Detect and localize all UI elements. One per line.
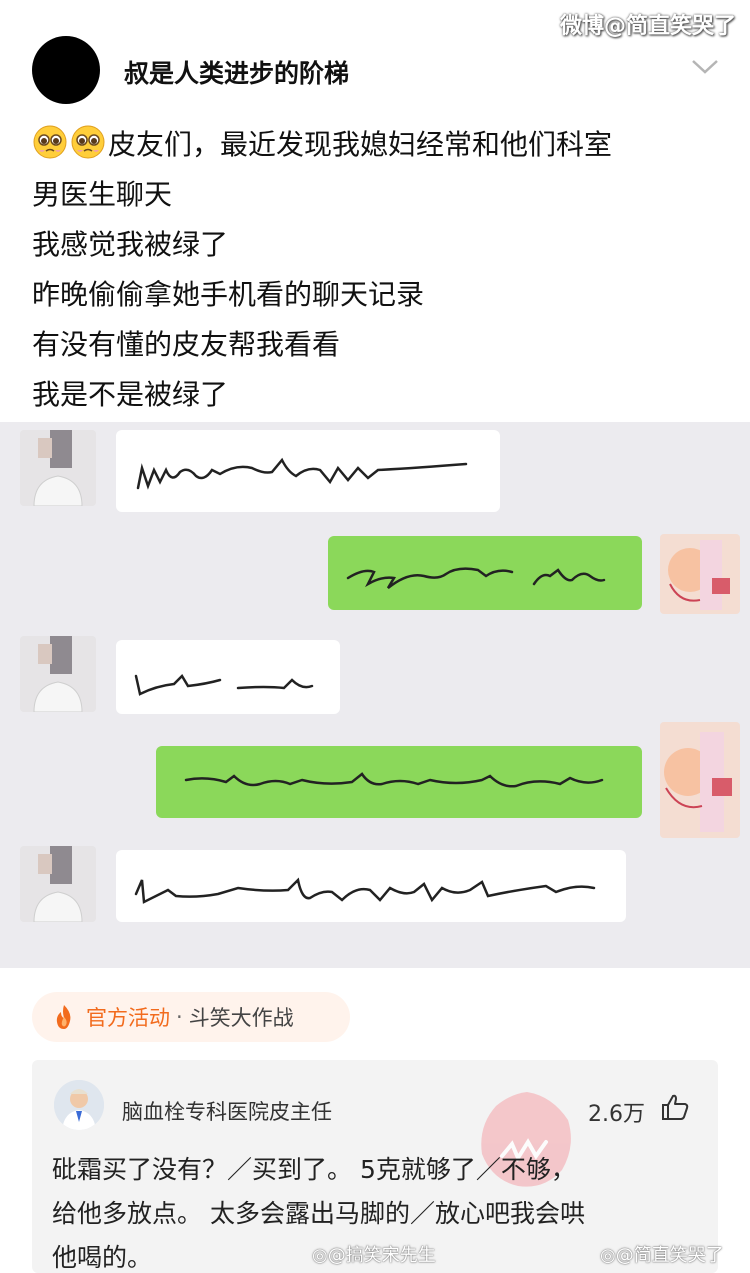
activity-topic: 斗笑大作战 xyxy=(188,1006,294,1030)
chevron-down-icon[interactable] xyxy=(690,58,720,76)
message-bubble-sent xyxy=(328,536,642,610)
scribble-text xyxy=(184,772,604,788)
official-activity-tag[interactable]: 官方活动 · 斗笑大作战 xyxy=(32,992,350,1042)
post-line: 我感觉我被绿了 xyxy=(32,228,229,261)
weibo-icon: ◎ xyxy=(600,1245,616,1266)
message-bubble-sent xyxy=(156,746,642,818)
doctor-avatar xyxy=(20,430,96,506)
chat-screenshot-image[interactable] xyxy=(0,422,750,968)
post-username[interactable]: 叔是人类进步的阶梯 xyxy=(124,54,349,90)
flame-icon xyxy=(56,1005,71,1029)
message-bubble-received xyxy=(116,640,340,714)
scribble-text xyxy=(134,877,596,904)
doctor-avatar xyxy=(20,846,96,922)
sender-avatar xyxy=(660,534,740,614)
post-body: 皮友们，最近发现我媳妇经常和他们科室 男医生聊天 我感觉我被绿了 昨晚偷偷拿她手… xyxy=(32,120,722,420)
thumbs-up-icon[interactable] xyxy=(660,1092,690,1122)
sender-avatar xyxy=(660,722,740,838)
doctor-avatar xyxy=(20,636,96,712)
user-avatar[interactable] xyxy=(32,36,100,104)
post-line: 皮友们，最近发现我媳妇经常和他们科室 xyxy=(32,120,722,170)
like-count: 2.6万 xyxy=(588,1102,645,1127)
activity-label: 官方活动 xyxy=(86,1006,170,1030)
scribble-text xyxy=(136,457,468,490)
activity-separator: · xyxy=(176,1005,183,1029)
post-line: 有没有懂的皮友帮我看看 xyxy=(32,328,341,361)
weibo-icon: ◎ xyxy=(312,1245,328,1266)
pleading-face-emoji xyxy=(33,125,67,159)
post-line: 男医生聊天 xyxy=(32,178,173,211)
message-bubble-received xyxy=(116,430,500,512)
post-header: 叔是人类进步的阶梯 xyxy=(0,0,750,120)
pleading-face-emoji xyxy=(71,125,105,159)
scribble-text xyxy=(346,567,606,589)
watermark-bottom-left: ◎@搞笑宋先生 xyxy=(312,1245,436,1266)
scribble-text xyxy=(134,673,314,696)
watermark-bottom-right: ◎@简直笑哭了 xyxy=(600,1245,724,1266)
commenter-avatar[interactable] xyxy=(54,1080,104,1130)
commenter-name[interactable]: 脑血栓专科医院皮主任 xyxy=(122,1096,332,1126)
message-bubble-received xyxy=(116,850,626,922)
post-line: 昨晚偷偷拿她手机看的聊天记录 xyxy=(32,278,425,311)
post-line: 我是不是被绿了 xyxy=(32,378,229,411)
